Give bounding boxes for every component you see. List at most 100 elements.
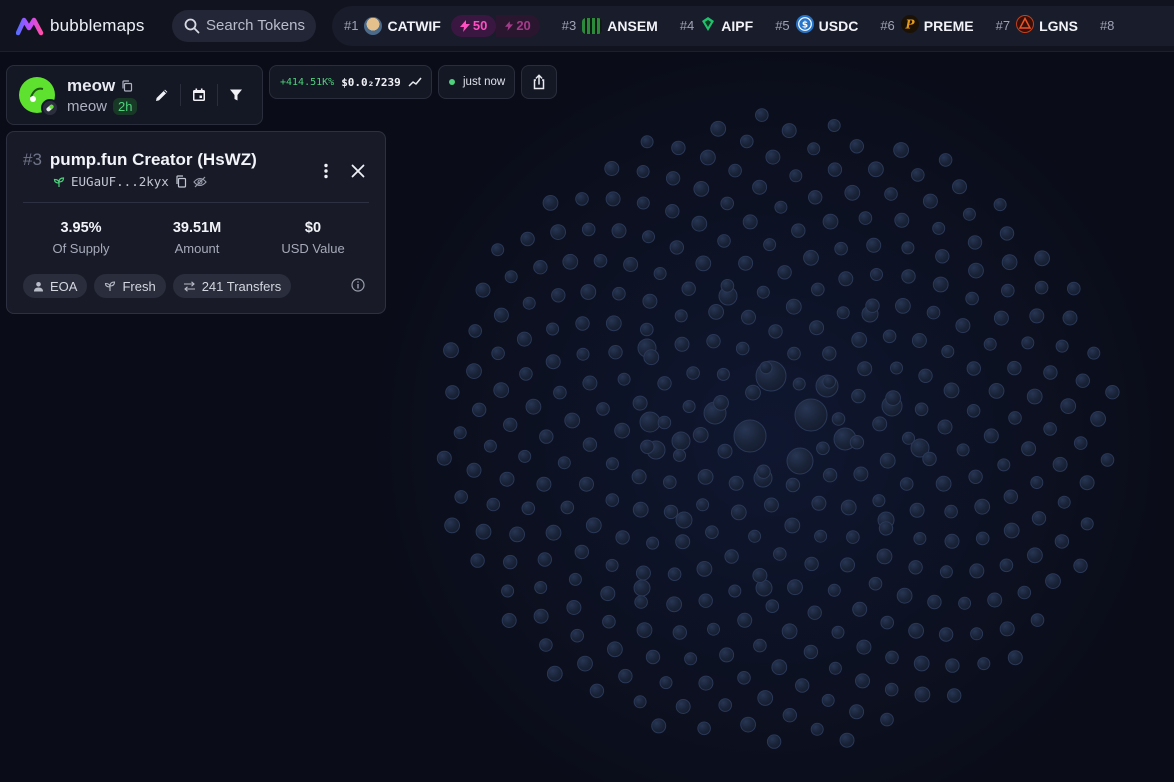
holder-bubble[interactable] bbox=[706, 334, 721, 349]
holder-bubble[interactable] bbox=[705, 525, 719, 540]
holder-bubble[interactable] bbox=[945, 658, 960, 673]
holder-bubble[interactable] bbox=[717, 443, 733, 459]
holder-bubble[interactable] bbox=[695, 255, 712, 272]
holder-bubble[interactable] bbox=[866, 237, 882, 253]
holder-bubble[interactable] bbox=[533, 260, 548, 275]
refresh-status-button[interactable]: just now bbox=[438, 65, 515, 99]
holder-bubble[interactable] bbox=[868, 576, 883, 591]
holder-bubble[interactable] bbox=[633, 579, 651, 597]
holder-bubble[interactable] bbox=[811, 282, 825, 297]
holder-bubble[interactable] bbox=[844, 184, 861, 201]
holder-bubble[interactable] bbox=[1100, 453, 1115, 467]
holder-bubble[interactable] bbox=[693, 181, 710, 197]
holder-bubble[interactable] bbox=[602, 614, 616, 629]
holder-bubble[interactable] bbox=[575, 316, 590, 331]
holder-bubble[interactable] bbox=[667, 567, 682, 582]
holder-bubble[interactable] bbox=[791, 223, 806, 238]
holder-bubble[interactable] bbox=[766, 734, 782, 749]
holder-bubble[interactable] bbox=[999, 558, 1014, 573]
holder-bubble[interactable] bbox=[1075, 373, 1091, 388]
holder-bubble[interactable] bbox=[908, 560, 923, 575]
holder-bubble[interactable] bbox=[643, 349, 660, 366]
holder-bubble[interactable] bbox=[918, 368, 933, 383]
holder-bubble[interactable] bbox=[901, 241, 915, 255]
holder-bubble[interactable] bbox=[789, 169, 803, 183]
holder-bubble[interactable] bbox=[593, 253, 608, 268]
holder-bubble[interactable] bbox=[872, 416, 888, 432]
holder-bubble[interactable] bbox=[728, 584, 742, 598]
holder-bubble[interactable] bbox=[890, 361, 903, 375]
holder-bubble[interactable] bbox=[493, 382, 510, 399]
holder-bubble[interactable] bbox=[827, 119, 841, 132]
holder-bubble[interactable] bbox=[834, 241, 848, 256]
holder-bubble[interactable] bbox=[665, 171, 681, 186]
holder-bubble[interactable] bbox=[1090, 411, 1106, 427]
holder-bubble[interactable] bbox=[536, 476, 552, 492]
holder-bubble[interactable] bbox=[822, 375, 837, 389]
holder-bubble[interactable] bbox=[997, 458, 1011, 472]
holder-bubble[interactable] bbox=[708, 304, 724, 320]
holder-bubble[interactable] bbox=[718, 698, 733, 712]
holder-bubble[interactable] bbox=[911, 333, 927, 348]
holder-bubble[interactable] bbox=[735, 341, 750, 356]
holder-bubble[interactable] bbox=[759, 361, 773, 375]
holder-bubble[interactable] bbox=[827, 162, 843, 177]
holder-bubble[interactable] bbox=[551, 288, 566, 303]
holder-bubble[interactable] bbox=[914, 686, 931, 703]
holder-bubble[interactable] bbox=[993, 198, 1007, 212]
holder-bubble[interactable] bbox=[821, 693, 835, 707]
holder-bubble[interactable] bbox=[756, 464, 771, 479]
holder-bubble[interactable] bbox=[728, 163, 742, 178]
holder-bubble[interactable] bbox=[499, 471, 515, 487]
holder-bubble[interactable] bbox=[636, 622, 653, 638]
holder-bubble[interactable] bbox=[914, 402, 929, 417]
holder-bubble[interactable] bbox=[493, 307, 509, 323]
holder-bubble[interactable] bbox=[943, 382, 960, 399]
holder-bubble[interactable] bbox=[453, 426, 467, 440]
holder-bubble[interactable] bbox=[615, 530, 630, 545]
holder-bubble[interactable] bbox=[600, 586, 616, 602]
holder-bubble[interactable] bbox=[968, 469, 983, 484]
holder-bubble[interactable] bbox=[840, 499, 857, 516]
holder-bubble[interactable] bbox=[937, 419, 953, 435]
holder-bubble[interactable] bbox=[969, 563, 985, 579]
holder-bubble[interactable] bbox=[1043, 365, 1058, 380]
holder-bubble[interactable] bbox=[838, 271, 854, 287]
holder-bubble[interactable] bbox=[872, 494, 886, 508]
trending-item-usdc[interactable]: #5 $ USDC bbox=[775, 15, 858, 36]
holder-bubble[interactable] bbox=[795, 678, 810, 693]
holder-bubble[interactable] bbox=[1003, 489, 1018, 504]
holder-bubble[interactable] bbox=[604, 161, 620, 176]
holder-bubble[interactable] bbox=[849, 435, 865, 450]
holder-bubble[interactable] bbox=[922, 193, 938, 209]
holder-bubble[interactable] bbox=[927, 594, 942, 610]
holder-bubble[interactable] bbox=[534, 581, 548, 594]
holder-bubble[interactable] bbox=[932, 221, 946, 235]
holder-bubble[interactable] bbox=[970, 627, 984, 641]
holder-bubble[interactable] bbox=[444, 517, 461, 534]
holder-bubble[interactable] bbox=[822, 346, 837, 361]
holder-bubble[interactable] bbox=[713, 395, 729, 411]
holder-bubble[interactable] bbox=[773, 547, 787, 561]
holder-bubble[interactable] bbox=[752, 568, 768, 583]
holder-bubble[interactable] bbox=[1021, 336, 1035, 350]
holder-bubble[interactable] bbox=[1029, 308, 1045, 324]
holder-bubble[interactable] bbox=[851, 332, 868, 348]
holder-bubble[interactable] bbox=[966, 361, 981, 376]
holder-bubble[interactable] bbox=[851, 388, 866, 404]
trending-item-catwif[interactable]: #1 CATWIF 50 20 bbox=[344, 14, 540, 37]
holder-bubble[interactable] bbox=[774, 200, 788, 214]
holder-bubble[interactable] bbox=[935, 475, 952, 492]
holder-bubble[interactable] bbox=[939, 565, 953, 579]
holder-bubble[interactable] bbox=[596, 402, 610, 416]
holder-bubble[interactable] bbox=[1034, 280, 1049, 295]
holder-bubble[interactable] bbox=[807, 142, 821, 156]
holder-bubble[interactable] bbox=[521, 501, 536, 516]
holder-bubble[interactable] bbox=[1003, 522, 1020, 539]
holder-bubble[interactable] bbox=[738, 255, 754, 271]
holder-bubble[interactable] bbox=[475, 523, 492, 540]
holder-bubble[interactable] bbox=[810, 722, 824, 736]
holder-bubble[interactable] bbox=[466, 363, 482, 380]
holder-bubble[interactable] bbox=[716, 367, 730, 381]
holder-bubble[interactable] bbox=[673, 448, 686, 462]
